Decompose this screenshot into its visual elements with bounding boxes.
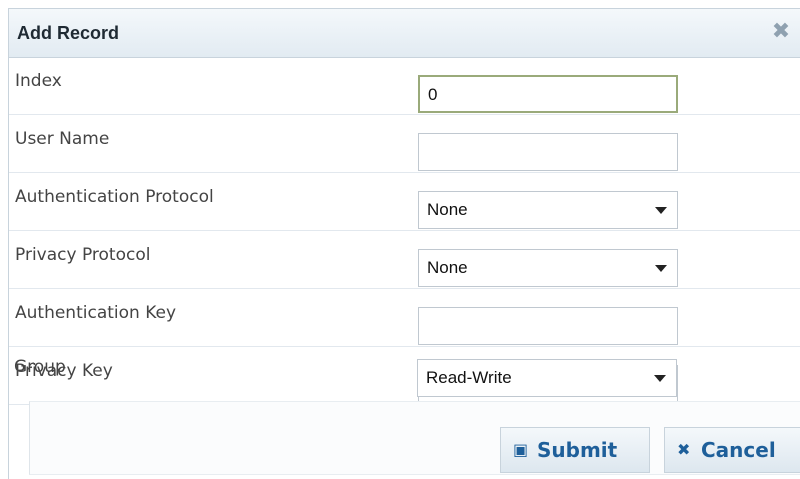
close-icon[interactable]: ✖ — [768, 19, 794, 45]
close-icon: ✖ — [677, 440, 691, 459]
index-field[interactable]: 0 — [418, 75, 678, 113]
group-select[interactable]: Read-Write — [417, 359, 677, 397]
dialog-title: Add Record — [17, 23, 120, 43]
privacy-protocol-label: Privacy Protocol — [15, 245, 151, 265]
cancel-button[interactable]: ✖ Cancel — [664, 427, 800, 473]
dropdown-arrow-icon — [654, 375, 666, 382]
dropdown-arrow-icon — [655, 265, 667, 272]
authentication-key-label: Authentication Key — [15, 303, 177, 323]
form-row-authentication-key: Authentication Key — [9, 289, 800, 347]
form-row-user-name: User Name — [9, 115, 800, 173]
privacy-protocol-value: None — [427, 258, 468, 277]
save-icon: ▣ — [513, 440, 529, 459]
authentication-protocol-select[interactable]: None — [418, 191, 678, 229]
cancel-button-label: Cancel — [701, 438, 776, 462]
form-row-authentication-protocol: Authentication Protocol None — [9, 173, 800, 231]
index-label: Index — [15, 71, 62, 91]
dropdown-arrow-icon — [655, 207, 667, 214]
authentication-protocol-value: None — [427, 200, 468, 219]
submit-button[interactable]: ▣ Submit — [500, 427, 650, 473]
form-row-group-visible: Group Read-Write — [8, 345, 800, 401]
form-row-privacy-protocol: Privacy Protocol None — [9, 231, 800, 289]
dialog-titlebar: Add Record ✖ — [9, 9, 800, 58]
submit-button-label: Submit — [537, 438, 618, 462]
group-value: Read-Write — [426, 368, 512, 387]
group-label: Group — [14, 357, 66, 377]
dialog-footer: ▣ Submit ✖ Cancel — [29, 401, 800, 475]
authentication-key-field[interactable] — [418, 307, 678, 345]
authentication-protocol-label: Authentication Protocol — [15, 187, 214, 207]
add-record-dialog: Add Record ✖ Index 0 User Name Authentic… — [8, 8, 800, 479]
user-name-field[interactable] — [418, 133, 678, 171]
user-name-label: User Name — [15, 129, 110, 149]
form-row-index: Index 0 — [9, 57, 800, 115]
privacy-protocol-select[interactable]: None — [418, 249, 678, 287]
